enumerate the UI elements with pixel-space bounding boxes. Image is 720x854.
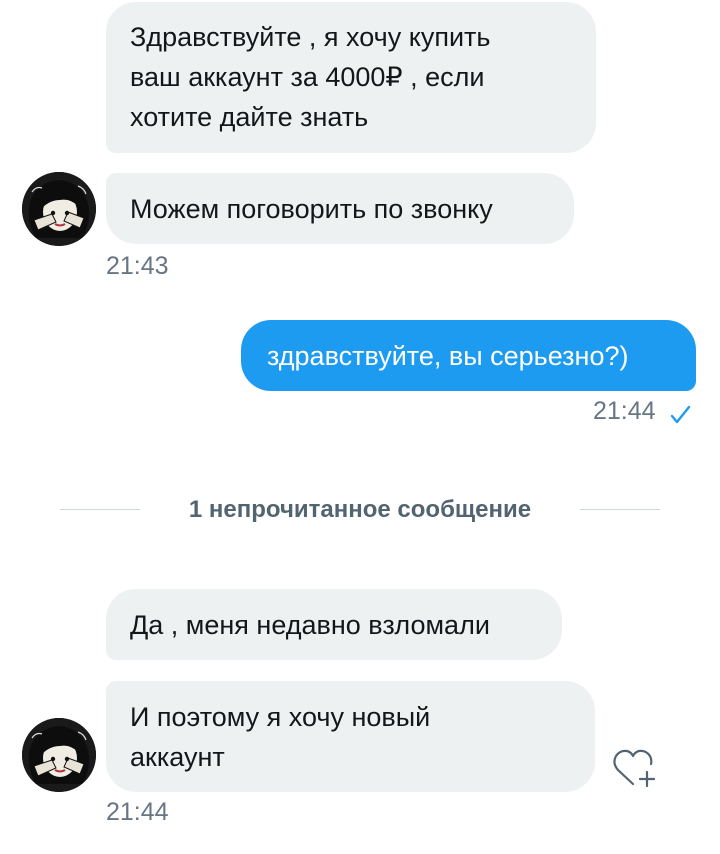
message-text: здравствуйте, вы серьезно?) <box>267 341 629 371</box>
message-text: Можем поговорить по звонку <box>130 194 493 224</box>
message-text: Здравствуйте , я хочу купить <box>130 22 491 52</box>
message-timestamp: 21:43 <box>106 252 169 280</box>
message-text: И поэтому я хочу новый <box>130 702 431 732</box>
unread-divider: 1 непрочитанное сообщение <box>188 496 532 523</box>
message-timestamp: 21:44 <box>106 798 169 826</box>
message-bubble-incoming[interactable]: Здравствуйте , я хочу купить ваш аккаунт… <box>106 2 596 153</box>
message-text: хотите дайте знать <box>130 102 369 132</box>
avatar[interactable] <box>22 172 96 246</box>
message-bubble-outgoing[interactable]: здравствуйте, вы серьезно?) <box>241 320 696 391</box>
avatar-illustration <box>22 172 96 246</box>
heart-plus-icon[interactable] <box>610 746 660 790</box>
check-icon <box>670 405 691 424</box>
message-bubble-incoming[interactable]: Можем поговорить по звонку <box>106 173 574 244</box>
avatar[interactable] <box>22 718 96 792</box>
message-text: ваш аккаунт за 4000₽ , если <box>130 62 485 92</box>
message-text: аккаунт <box>130 742 225 772</box>
avatar-illustration <box>22 718 96 792</box>
message-bubble-incoming[interactable]: Да , меня недавно взломали <box>106 589 562 660</box>
message-text: Да , меня недавно взломали <box>130 610 490 640</box>
message-timestamp: 21:44 <box>593 397 656 425</box>
message-bubble-incoming[interactable]: И поэтому я хочу новый аккаунт <box>106 681 595 792</box>
divider-line <box>580 509 660 510</box>
